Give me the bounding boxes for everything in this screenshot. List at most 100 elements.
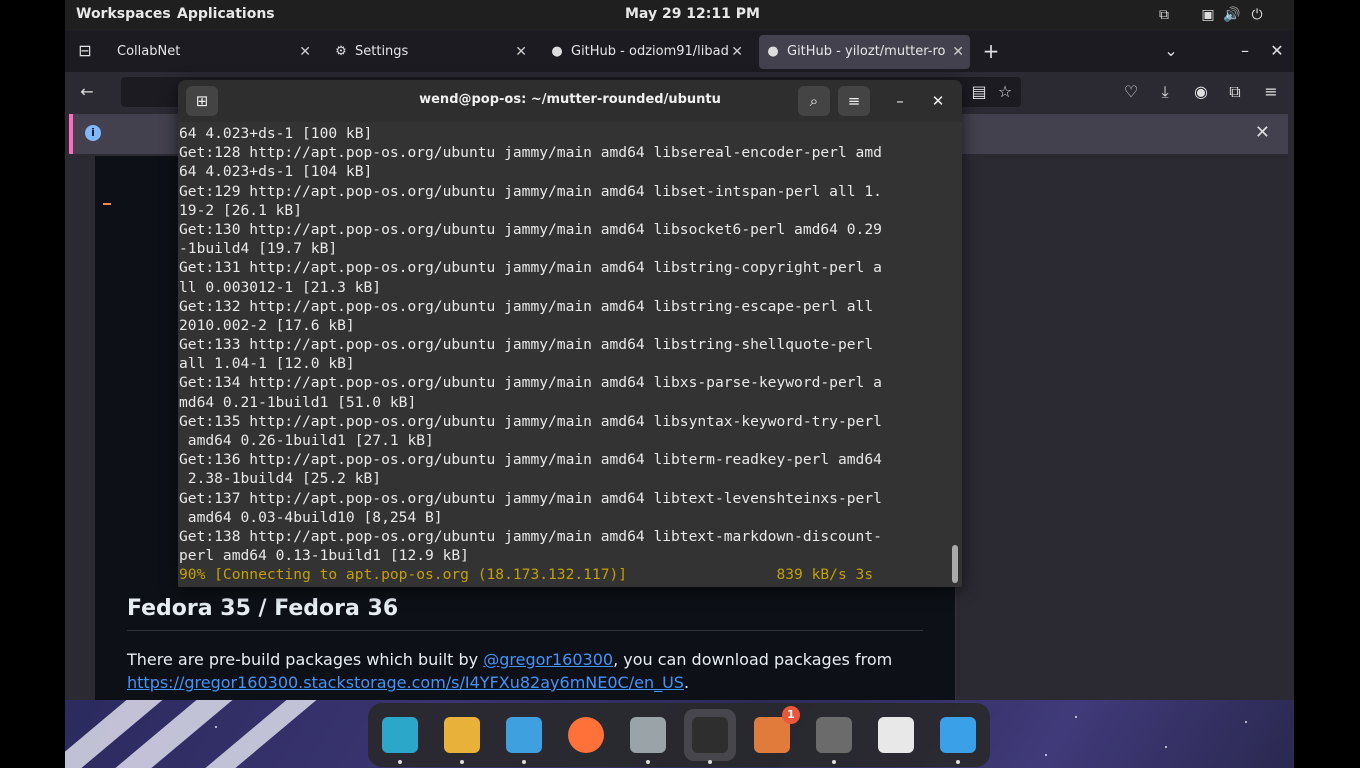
tab-collabnet[interactable]: CollabNet ✕ <box>105 35 317 69</box>
running-indicator <box>956 760 960 764</box>
running-indicator <box>398 760 402 764</box>
download-link[interactable]: https://gregor160300.stackstorage.com/s/… <box>127 673 684 692</box>
tab-close-icon[interactable]: ✕ <box>731 35 743 69</box>
new-tab-button[interactable]: + <box>981 41 1001 61</box>
search-app-icon[interactable] <box>374 709 426 764</box>
clock[interactable]: May 29 12:11 PM <box>625 6 760 22</box>
tab-overview-icon[interactable]: ⊟ <box>75 41 95 61</box>
files-icon-glyph <box>630 717 666 753</box>
menu-icon[interactable]: ≡ <box>1261 82 1281 102</box>
tab-github-libadwaita[interactable]: ● GitHub - odziom91/libadwa ✕ <box>543 35 749 69</box>
terminal-line: all 1.04-1 [12.0 kB] <box>179 355 355 373</box>
terminal-line: -1build4 [19.7 kB] <box>179 240 338 258</box>
scrollbar[interactable] <box>952 545 958 583</box>
tab-close-icon[interactable]: ✕ <box>299 35 311 69</box>
page-heading: Fedora 35 / Fedora 36 <box>127 596 399 621</box>
terminal-line: 64 4.023+ds-1 [104 kB] <box>179 163 373 181</box>
workspaces-app-icon[interactable] <box>436 709 488 764</box>
notification-badge: 1 <box>782 706 800 724</box>
network-icon[interactable]: ▣ <box>1199 6 1217 24</box>
minimize-icon[interactable]: – <box>1235 41 1255 61</box>
notification-close-icon[interactable]: ✕ <box>1255 122 1270 143</box>
downloads-icon[interactable]: ⤓ <box>1155 82 1175 102</box>
tab-bar: ⊟ CollabNet ✕ ⚙ Settings ✕ ● GitHub - od… <box>65 31 1294 72</box>
terminal-line: Get:137 http://apt.pop-os.org/ubuntu jam… <box>179 489 882 507</box>
para-text: , you can download packages from <box>613 650 893 669</box>
pop-shop-icon[interactable]: 1 <box>746 706 800 761</box>
terminal-line: ll 0.003012-1 [21.3 kB] <box>179 278 382 296</box>
desktop: Workspaces Applications May 29 12:11 PM … <box>65 0 1294 768</box>
app-grid-icon[interactable] <box>498 709 550 764</box>
terminal-line: amd64 0.03-4build10 [8,254 B] <box>179 508 443 526</box>
tab-close-icon[interactable]: ✕ <box>952 35 964 69</box>
extensions-icon[interactable] <box>932 709 984 764</box>
settings-app-icon[interactable] <box>808 709 860 764</box>
github-icon: ● <box>767 44 779 59</box>
reader-view-icon[interactable]: ▤ <box>969 82 989 102</box>
wallpaper-star <box>1075 716 1077 718</box>
app-grid-icon-glyph <box>506 717 542 753</box>
power-icon[interactable]: ⏻ <box>1248 6 1266 24</box>
pop-shop-icon-glyph <box>754 717 790 753</box>
files-icon[interactable] <box>622 709 674 764</box>
terminal-header: ⊞ wend@pop-os: ~/mutter-rounded/ubuntu ⌕… <box>178 80 962 122</box>
applications-button[interactable]: Applications <box>177 6 275 22</box>
page-accent <box>103 203 111 205</box>
search-app-icon-glyph <box>382 717 418 753</box>
account-icon[interactable]: ◉ <box>1191 82 1211 102</box>
terminal-line: md64 0.21-1build1 [51.0 kB] <box>179 393 417 411</box>
hamburger-menu-icon[interactable]: ≡ <box>838 86 870 116</box>
pocket-icon[interactable]: ♡ <box>1121 82 1141 102</box>
running-indicator <box>832 760 836 764</box>
gear-icon: ⚙ <box>335 44 347 59</box>
terminal-line: perl amd64 0.13-1build1 [12.9 kB] <box>179 547 469 565</box>
page-paragraph: There are pre-build packages which built… <box>127 648 907 694</box>
screen-border-left <box>0 0 65 768</box>
workspaces-button[interactable]: Workspaces <box>76 6 171 22</box>
para-text: . <box>683 673 690 692</box>
minimize-icon[interactable]: – <box>884 86 916 116</box>
tab-label: Settings <box>355 44 409 59</box>
extensions-icon-glyph <box>940 717 976 753</box>
tweaks-icon-glyph <box>878 717 914 753</box>
info-icon: i <box>85 125 101 141</box>
close-icon[interactable]: ✕ <box>922 86 954 116</box>
terminal-line: amd64 0.26-1build1 [27.1 kB] <box>179 432 434 449</box>
terminal-line: Get:129 http://apt.pop-os.org/ubuntu jam… <box>179 182 882 200</box>
screen-share-icon[interactable]: ⧉ <box>1155 6 1173 24</box>
terminal-line: 19-2 [26.1 kB] <box>179 201 303 219</box>
tab-label: GitHub - yilozt/mutter-roun <box>787 44 945 59</box>
back-icon[interactable]: ← <box>77 82 97 102</box>
volume-icon[interactable]: 🔊 <box>1223 6 1241 24</box>
search-icon[interactable]: ⌕ <box>798 86 830 116</box>
para-text: There are pre-build packages which built… <box>127 650 484 669</box>
terminal-line: Get:131 http://apt.pop-os.org/ubuntu jam… <box>179 259 882 277</box>
terminal-line: Get:138 http://apt.pop-os.org/ubuntu jam… <box>179 527 882 545</box>
terminal-line: Get:135 http://apt.pop-os.org/ubuntu jam… <box>179 412 882 430</box>
extensions-toolbar-icon[interactable]: ⧉ <box>1225 82 1245 102</box>
running-indicator <box>646 760 650 764</box>
firefox-icon[interactable] <box>560 709 612 761</box>
terminal-line: Get:133 http://apt.pop-os.org/ubuntu jam… <box>179 336 874 354</box>
settings-app-icon-glyph <box>816 717 852 753</box>
terminal-line: 64 4.023+ds-1 [100 kB] <box>179 125 373 142</box>
tab-close-icon[interactable]: ✕ <box>515 35 527 69</box>
github-icon: ● <box>551 44 563 59</box>
close-window-icon[interactable]: ✕ <box>1267 41 1287 61</box>
terminal-line: 2.38-1build4 [25.2 kB] <box>179 470 382 488</box>
tab-label: GitHub - odziom91/libadwa <box>571 44 729 59</box>
list-all-tabs-icon[interactable]: ⌄ <box>1161 41 1181 61</box>
terminal-icon[interactable] <box>684 709 736 764</box>
user-link[interactable]: @gregor160300 <box>483 650 613 669</box>
wallpaper-star <box>1045 754 1047 756</box>
running-indicator <box>708 760 712 764</box>
tab-github-mutter-rounded[interactable]: ● GitHub - yilozt/mutter-roun ✕ <box>759 35 970 69</box>
tab-settings[interactable]: ⚙ Settings ✕ <box>327 35 533 69</box>
terminal-output[interactable]: 64 4.023+ds-1 [100 kB] Get:128 http://apt… <box>178 124 955 587</box>
dock: 1 <box>368 703 990 767</box>
bookmark-star-icon[interactable]: ☆ <box>995 82 1015 102</box>
tweaks-icon[interactable] <box>870 709 922 761</box>
terminal-icon-glyph <box>692 717 728 753</box>
wallpaper-star <box>1165 746 1167 748</box>
tab-label: CollabNet <box>117 44 181 59</box>
